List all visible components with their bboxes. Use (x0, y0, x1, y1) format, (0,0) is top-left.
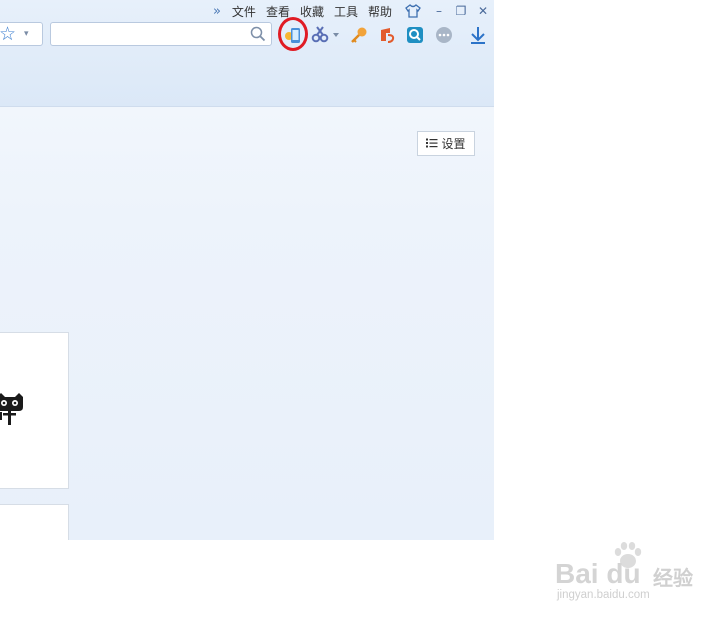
scissors-icon[interactable] (311, 25, 341, 45)
site-tile[interactable] (0, 332, 69, 489)
watermark-cn-text: 经验 (653, 566, 693, 590)
list-icon (426, 137, 438, 151)
favorites-dropdown[interactable]: ☆ ▾ (0, 22, 43, 46)
settings-label: 设置 (441, 137, 466, 151)
more-dots-icon[interactable] (434, 25, 454, 45)
browser-window: » 文件 查看 收藏 工具 帮助 – ❐ ✕ ☆ ▾ 设置 (0, 0, 494, 540)
tmall-cat-logo-icon (0, 391, 27, 431)
download-icon[interactable] (467, 25, 489, 45)
close-button[interactable]: ✕ (472, 4, 494, 18)
menu-more-button[interactable]: » (213, 4, 221, 19)
search-input[interactable] (55, 24, 249, 46)
browser-chrome: » 文件 查看 收藏 工具 帮助 – ❐ ✕ ☆ ▾ (0, 0, 494, 107)
minimize-button[interactable]: – (428, 4, 450, 18)
search-box[interactable] (50, 22, 272, 46)
settings-button[interactable]: 设置 (417, 131, 475, 156)
reader-icon[interactable] (405, 25, 425, 45)
key-icon[interactable] (349, 25, 369, 45)
baidu-jingyan-watermark: Bai du 经验 jingyan.baidu.com (555, 540, 725, 610)
menu-bar: » 文件 查看 收藏 工具 帮助 – ❐ ✕ (213, 2, 494, 20)
menu-view[interactable]: 查看 (266, 3, 290, 20)
watermark-url: jingyan.baidu.com (557, 589, 650, 601)
highlight-circle-annotation (278, 17, 308, 51)
menu-favorites[interactable]: 收藏 (300, 3, 324, 20)
search-icon[interactable] (250, 26, 266, 46)
site-tile[interactable] (0, 504, 69, 540)
restore-button[interactable]: ❐ (450, 4, 472, 18)
chevron-down-icon: ▾ (24, 29, 29, 39)
menu-tools[interactable]: 工具 (334, 3, 358, 20)
menu-file[interactable]: 文件 (232, 3, 256, 20)
skin-shirt-icon[interactable] (402, 4, 424, 18)
menu-help[interactable]: 帮助 (368, 3, 392, 20)
watermark-logo-text: Bai du (555, 558, 641, 589)
favorites-star-icon: ☆ (0, 22, 17, 45)
weibo-icon[interactable] (377, 25, 397, 45)
